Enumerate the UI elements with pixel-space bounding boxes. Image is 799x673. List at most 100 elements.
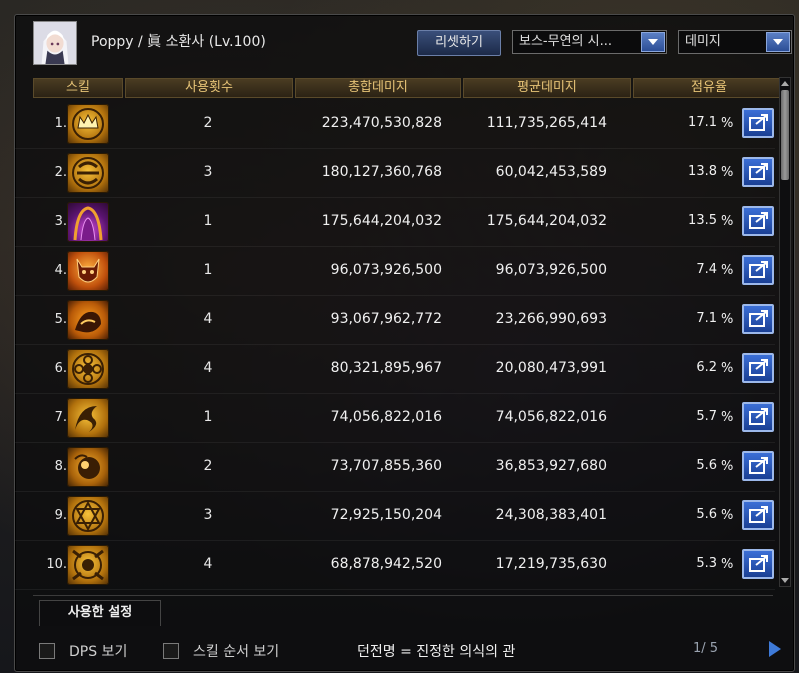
use-count: 1: [203, 262, 213, 278]
scroll-down-icon[interactable]: [781, 577, 789, 585]
percent-sign: %: [721, 263, 734, 278]
average-damage: 175,644,204,032: [486, 213, 607, 229]
dark-summon-icon: [67, 202, 109, 242]
detail-export-button[interactable]: [742, 206, 774, 236]
detail-export-button[interactable]: [742, 549, 774, 579]
share-arrow-icon: [749, 114, 768, 131]
boss-select-value: 보스-무연의 시...: [519, 34, 612, 49]
dps-toggle[interactable]: DPS 보기: [39, 641, 127, 661]
total-damage: 96,073,926,500: [330, 262, 442, 278]
metric-select-value: 데미지: [685, 34, 721, 49]
damage-share: 7.1: [696, 311, 717, 326]
damage-share: 5.7: [696, 409, 717, 424]
detail-export-button[interactable]: [742, 353, 774, 383]
table-row: 8. 2 73,707,855,360 36,853,927,680 5.6 %: [15, 442, 775, 492]
skill-order-toggle[interactable]: 스킬 순서 보기: [163, 641, 279, 661]
share-arrow-icon: [749, 408, 768, 425]
row-rank: 4.: [54, 263, 67, 278]
detail-export-button[interactable]: [742, 402, 774, 432]
spirit-swirl-icon: [67, 398, 109, 438]
chevron-down-icon[interactable]: [641, 32, 665, 52]
use-count: 4: [203, 360, 213, 376]
table-row: 9. 3 72,925,150,204 24,308,383,401 5.6 %: [15, 491, 775, 541]
tab-used-settings[interactable]: 사용한 설정: [39, 600, 161, 626]
share-arrow-icon: [749, 212, 768, 229]
boss-select-dropdown[interactable]: 보스-무연의 시...: [512, 30, 667, 54]
row-rank: 1.: [54, 116, 67, 131]
detail-export-button[interactable]: [742, 157, 774, 187]
table-header: 스킬 사용횟수 총합데미지 평균데미지 점유율: [33, 78, 785, 98]
scrollbar-thumb[interactable]: [781, 90, 789, 180]
table-row: 6. 4 80,321,895,967 20,080,473,991 6.2 %: [15, 344, 775, 394]
use-count: 1: [203, 409, 213, 425]
percent-sign: %: [721, 459, 734, 474]
table-row: 1. 2 223,470,530,828 111,735,265,414 17.…: [15, 99, 775, 149]
dps-checkbox[interactable]: [39, 643, 55, 659]
share-arrow-icon: [749, 261, 768, 278]
percent-sign: %: [721, 557, 734, 572]
gate-sigil-icon: [67, 545, 109, 585]
total-damage: 223,470,530,828: [321, 115, 442, 131]
footer-bar: DPS 보기 스킬 순서 보기 던전명 = 진정한 의식의 관 1/ 5: [15, 637, 794, 667]
crown-sigil-icon: [67, 104, 109, 144]
total-damage: 93,067,962,772: [330, 311, 442, 327]
use-count: 3: [203, 507, 213, 523]
detail-export-button[interactable]: [742, 304, 774, 334]
total-damage: 80,321,895,967: [330, 360, 442, 376]
average-damage: 96,073,926,500: [495, 262, 607, 278]
orb-spirit-icon: [67, 447, 109, 487]
row-rank: 10.: [46, 557, 67, 572]
detail-export-button[interactable]: [742, 255, 774, 285]
skill-order-label: 스킬 순서 보기: [193, 644, 280, 660]
damage-share: 7.4: [696, 262, 717, 277]
row-rank: 9.: [54, 508, 67, 523]
average-damage: 74,056,822,016: [495, 409, 607, 425]
next-page-icon[interactable]: [769, 641, 781, 657]
average-damage: 20,080,473,991: [495, 360, 607, 376]
use-count: 1: [203, 213, 213, 229]
scrollbar[interactable]: [779, 77, 791, 587]
damage-share: 5.6: [696, 458, 717, 473]
share-arrow-icon: [749, 359, 768, 376]
percent-sign: %: [721, 508, 734, 523]
damage-share: 6.2: [696, 360, 717, 375]
damage-share: 13.5: [688, 213, 717, 228]
row-rank: 8.: [54, 459, 67, 474]
percent-sign: %: [721, 165, 734, 180]
share-arrow-icon: [749, 163, 768, 180]
share-arrow-icon: [749, 457, 768, 474]
metric-select-dropdown[interactable]: 데미지: [678, 30, 792, 54]
share-arrow-icon: [749, 555, 768, 572]
total-damage: 180,127,360,768: [321, 164, 442, 180]
column-header-skill: 스킬: [33, 78, 123, 98]
character-name-class: Poppy / 眞 소환사 (Lv.100): [91, 34, 266, 50]
skill-order-checkbox[interactable]: [163, 643, 179, 659]
detail-export-button[interactable]: [742, 451, 774, 481]
row-rank: 2.: [54, 165, 67, 180]
average-damage: 23,266,990,693: [495, 311, 607, 327]
total-damage: 175,644,204,032: [321, 213, 442, 229]
table-row: 10. 4 68,878,942,520 17,219,735,630 5.3 …: [15, 540, 775, 590]
character-portrait-icon: [34, 22, 76, 64]
damage-share: 5.6: [696, 507, 717, 522]
reset-button[interactable]: 리셋하기: [417, 30, 501, 56]
scroll-up-icon[interactable]: [781, 79, 789, 87]
use-count: 4: [203, 311, 213, 327]
row-rank: 6.: [54, 361, 67, 376]
table-row: 7. 1 74,056,822,016 74,056,822,016 5.7 %: [15, 393, 775, 443]
use-count: 2: [203, 458, 213, 474]
average-damage: 36,853,927,680: [495, 458, 607, 474]
detail-export-button[interactable]: [742, 500, 774, 530]
share-arrow-icon: [749, 506, 768, 523]
row-rank: 5.: [54, 312, 67, 327]
chevron-down-icon[interactable]: [766, 32, 790, 52]
column-header-total-damage: 총합데미지: [295, 78, 461, 98]
damage-share: 17.1: [688, 115, 717, 130]
table-row: 5. 4 93,067,962,772 23,266,990,693 7.1 %: [15, 295, 775, 345]
damage-share: 5.3: [696, 556, 717, 571]
column-header-uses: 사용횟수: [125, 78, 293, 98]
total-damage: 73,707,855,360: [330, 458, 442, 474]
detail-export-button[interactable]: [742, 108, 774, 138]
use-count: 2: [203, 115, 213, 131]
total-damage: 72,925,150,204: [330, 507, 442, 523]
